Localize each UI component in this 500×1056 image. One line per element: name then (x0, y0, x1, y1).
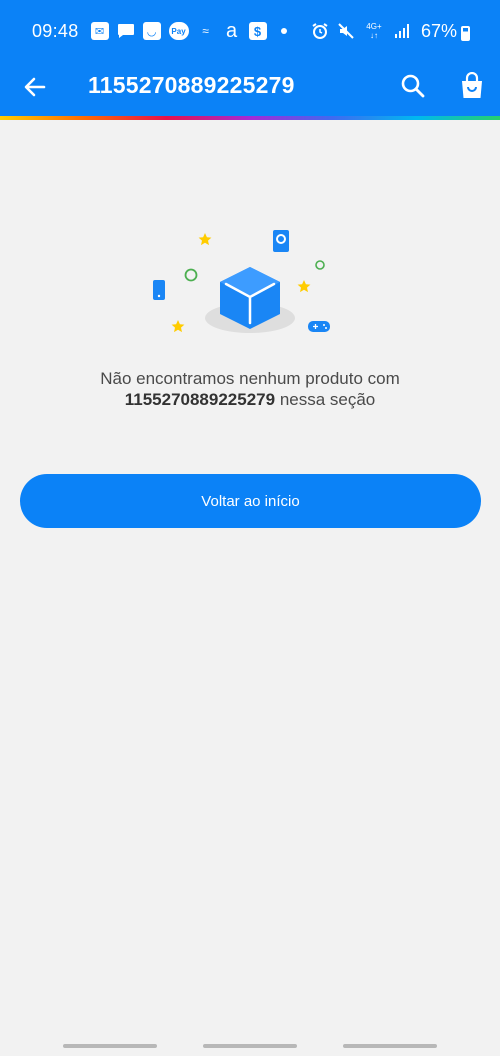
back-to-home-button[interactable]: Voltar ao início (20, 474, 481, 528)
star-icon (198, 233, 212, 246)
chat-icon (117, 22, 135, 40)
rainbow-divider (0, 116, 500, 120)
search-query: 1155270889225279 (124, 390, 276, 409)
network-icon: 4G+ ↓↑ (366, 22, 382, 40)
message-suffix: nessa seção (279, 390, 376, 409)
search-icon[interactable] (400, 73, 426, 99)
empty-state-illustration (140, 222, 340, 342)
message-line2: 1155270889225279 nessa seção (50, 389, 450, 410)
mute-icon (337, 22, 355, 40)
star-icon (297, 280, 311, 293)
book-icon (273, 230, 289, 252)
shopping-bag-icon[interactable] (459, 71, 485, 100)
battery-percent: 67% (420, 20, 457, 41)
alarm-icon (311, 22, 329, 40)
status-bar: 09:48 ✉ ◡ Pay ≈ a $ 4G+ ↓↑ 67% (0, 0, 500, 62)
phone-icon (153, 280, 165, 300)
pay-icon: Pay (168, 22, 189, 40)
star-icon (171, 320, 185, 333)
shop-icon: ◡ (142, 22, 161, 40)
wave-icon: ≈ (202, 24, 209, 38)
page-title: 1155270889225279 (88, 72, 295, 98)
nav-home-button[interactable] (203, 1044, 297, 1048)
battery-icon (461, 25, 470, 41)
app-header: 09:48 ✉ ◡ Pay ≈ a $ 4G+ ↓↑ 67% 1155270889… (0, 0, 500, 116)
gamepad-icon (308, 321, 330, 332)
circle-icon (315, 260, 325, 270)
toolbar: 1155270889225279 (0, 62, 500, 112)
nav-back-button[interactable] (343, 1044, 437, 1048)
dot-icon (280, 28, 287, 34)
empty-state-message: Não encontramos nenhum produto com 11552… (50, 368, 450, 410)
arrow-left-icon[interactable] (22, 74, 48, 100)
mail-icon: ✉ (90, 22, 109, 40)
network-label: 4G+ (366, 22, 382, 31)
status-time: 09:48 (32, 20, 79, 41)
dollar-icon: $ (248, 22, 267, 40)
signal-icon (393, 22, 411, 40)
message-line1: Não encontramos nenhum produto com (100, 369, 400, 388)
amazon-icon: a (225, 19, 238, 42)
nav-recent-button[interactable] (63, 1044, 157, 1048)
circle-icon (184, 268, 198, 282)
